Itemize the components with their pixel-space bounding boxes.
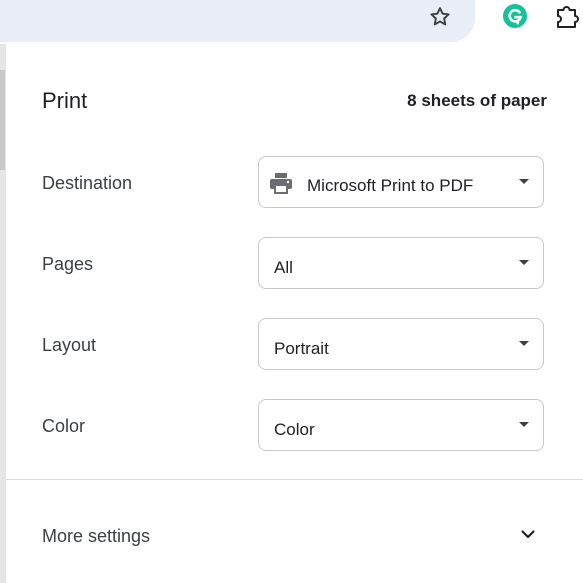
browser-toolbar: [0, 0, 583, 44]
destination-select[interactable]: Microsoft Print to PDF: [258, 156, 544, 208]
extensions-puzzle-icon[interactable]: [552, 1, 583, 31]
chevron-down-icon: [519, 179, 529, 184]
divider: [6, 479, 583, 480]
destination-label: Destination: [42, 173, 133, 193]
pages-value: All: [274, 258, 293, 277]
address-bar[interactable]: [0, 0, 475, 42]
preview-scrollbar[interactable]: [0, 70, 5, 170]
destination-value: Microsoft Print to PDF: [307, 176, 474, 195]
chevron-down-icon: [519, 422, 529, 427]
print-title: Print: [42, 88, 88, 113]
bookmark-star-icon[interactable]: [424, 3, 456, 31]
layout-select[interactable]: Portrait: [258, 318, 544, 370]
more-settings-label: More settings: [42, 526, 151, 546]
printer-icon: [270, 173, 292, 194]
grammarly-icon[interactable]: [500, 1, 530, 31]
more-settings-button[interactable]: More settings: [6, 514, 583, 558]
layout-label: Layout: [42, 335, 97, 355]
chevron-down-icon: [519, 341, 529, 346]
layout-value: Portrait: [274, 339, 329, 358]
chevron-down-icon: [519, 260, 529, 265]
color-select[interactable]: Color: [258, 399, 544, 451]
color-label: Color: [42, 416, 86, 436]
pages-label: Pages: [42, 254, 94, 274]
color-value: Color: [274, 420, 315, 439]
print-dialog: Print 8 sheets of paper Destination Micr…: [6, 44, 583, 583]
chevron-down-icon: [521, 530, 535, 539]
pages-select[interactable]: All: [258, 237, 544, 289]
sheet-count: 8 sheets of paper: [407, 91, 547, 110]
